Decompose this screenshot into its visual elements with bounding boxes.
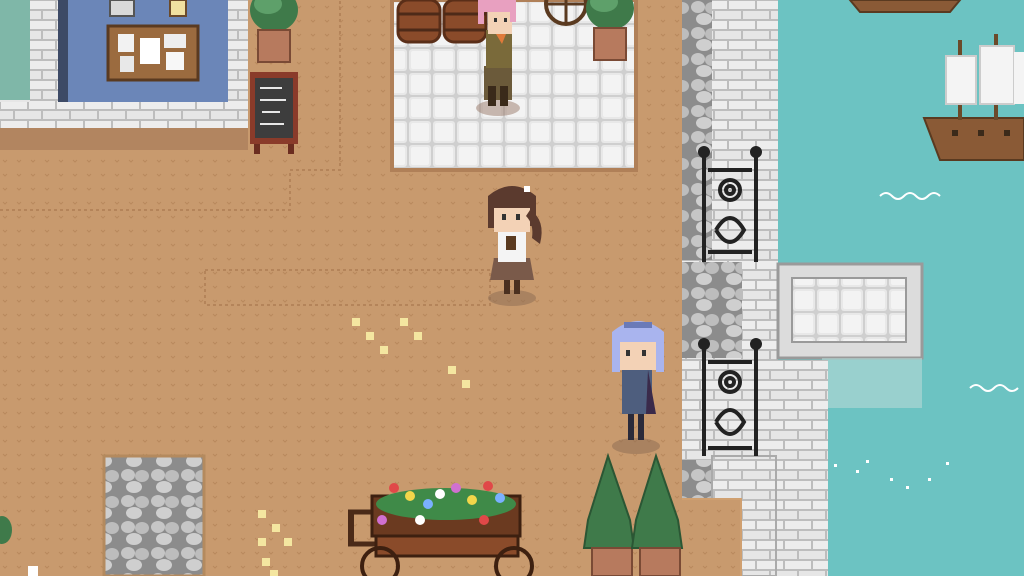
stone-wall-column (682, 262, 742, 358)
pier-steps (822, 358, 922, 408)
stone-wall-column (682, 0, 712, 260)
game-scene[interactable] (0, 0, 1024, 576)
potted-topiary (586, 0, 634, 61)
sailing-ship (848, 0, 962, 13)
scene-canvas (0, 0, 1024, 576)
potted-topiary (250, 0, 298, 63)
notice-board (106, 24, 200, 82)
stone-patch (102, 454, 206, 576)
stone-wall-column (682, 460, 712, 500)
chalkboard-sign (250, 72, 298, 154)
building (0, 0, 248, 150)
